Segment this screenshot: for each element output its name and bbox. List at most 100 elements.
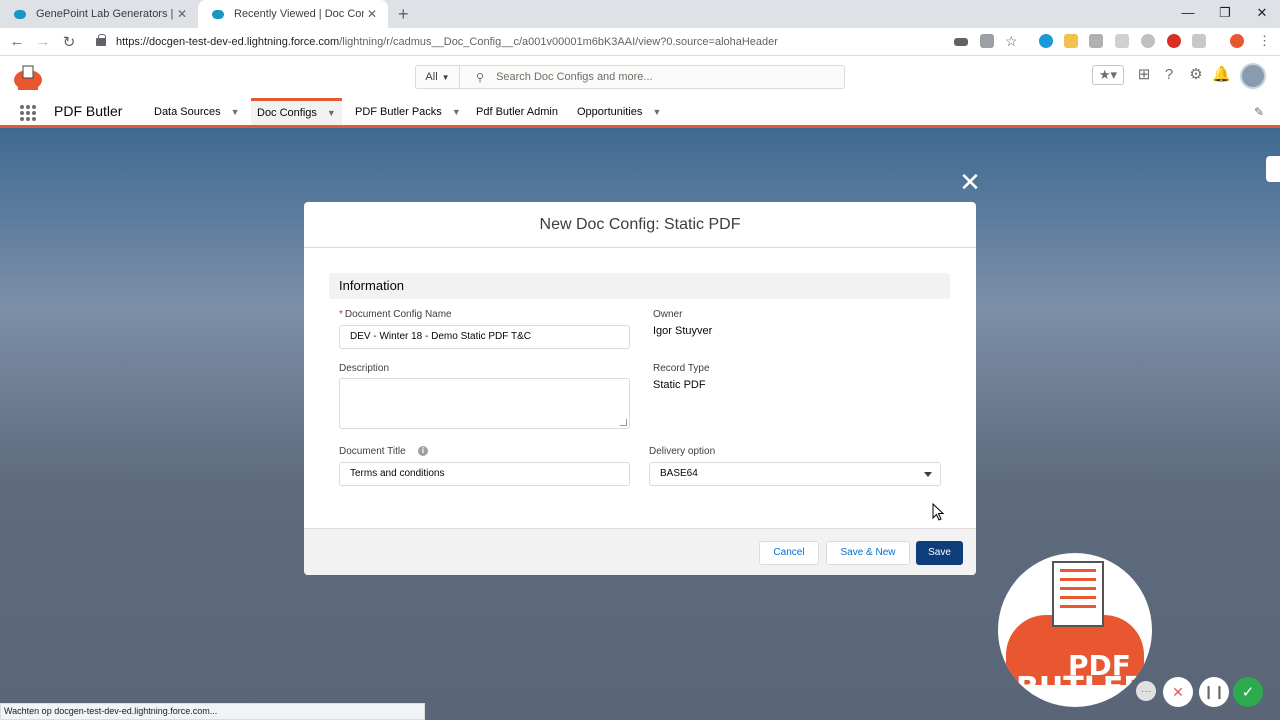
caret-down-icon (924, 472, 932, 477)
search-scope-dropdown[interactable]: All ▼ (416, 66, 460, 88)
extension-chrome-icon[interactable] (1167, 34, 1181, 48)
browser-tab-doc-configs[interactable]: Recently Viewed | Doc Configs | S ✕ (198, 0, 388, 28)
required-asterisk: * (339, 309, 343, 320)
salesforce-header: All ▼ ⚲ Search Doc Configs and more... (0, 56, 1280, 98)
star-icon[interactable]: ☆ (1005, 33, 1019, 49)
search-scope-label: All (425, 71, 438, 83)
setup-gear-icon[interactable]: ⚙ (1187, 66, 1205, 84)
nav-item-label: Pdf Butler Admin (476, 105, 558, 118)
nav-item-doc-configs[interactable]: Doc Configs ▼ (251, 98, 342, 125)
pdf-butler-logo-icon (14, 65, 42, 90)
forward-icon[interactable]: → (33, 33, 53, 50)
document-title-input[interactable]: Terms and conditions (339, 462, 630, 486)
tab-title: GenePoint Lab Generators | Sales (36, 8, 174, 20)
extension-icon[interactable] (1192, 34, 1206, 48)
record-type-label: Record Type (653, 363, 710, 374)
badge-butler-text: BUTLER (1016, 671, 1147, 706)
app-launcher-icon[interactable] (20, 105, 36, 121)
mouse-cursor-icon (932, 503, 944, 521)
chevron-down-icon[interactable]: ▼ (452, 107, 461, 117)
nav-item-pdf-butler-packs[interactable]: PDF Butler Packs ▼ (355, 98, 461, 125)
reload-icon[interactable]: ↻ (59, 33, 79, 51)
owner-label: Owner (653, 309, 683, 320)
nav-item-label: PDF Butler Packs (355, 105, 442, 118)
browser-menu-icon[interactable]: ⋮ (1258, 33, 1271, 48)
document-icon (1052, 561, 1104, 627)
save-and-new-button[interactable]: Save & New (826, 541, 910, 565)
delivery-option-value: BASE64 (660, 468, 698, 479)
lock-icon (96, 34, 106, 46)
pdf-butler-badge: PDF BUTLER (998, 553, 1152, 707)
modal-close-icon[interactable]: ✕ (958, 169, 982, 195)
search-placeholder: Search Doc Configs and more... (496, 71, 653, 83)
nav-item-label: Opportunities (577, 105, 643, 118)
salesforce-cloud-icon (14, 9, 26, 19)
extension-icon[interactable] (1115, 34, 1129, 48)
user-avatar[interactable] (1240, 63, 1266, 89)
global-search[interactable]: All ▼ ⚲ Search Doc Configs and more... (415, 65, 845, 89)
url-host: https://docgen-test-dev-ed.lightning.for… (116, 36, 340, 48)
notifications-bell-icon[interactable]: 🔔 (1212, 66, 1231, 84)
url-path: /lightning/r/cadmus__Doc_Config__c/a001v… (339, 36, 778, 48)
edit-nav-pencil-icon[interactable]: ✎ (1254, 105, 1264, 119)
description-textarea[interactable] (339, 378, 630, 429)
new-tab-button[interactable]: + (398, 4, 409, 25)
record-type-value: Static PDF (653, 379, 706, 391)
extension-cloud-icon[interactable] (1039, 34, 1053, 48)
chevron-down-icon: ▼ (441, 72, 450, 82)
info-icon[interactable]: i (418, 446, 428, 456)
camera-icon[interactable] (954, 38, 968, 46)
chevron-down-icon[interactable]: ▼ (231, 107, 240, 117)
favorites-star-icon[interactable]: ★▾ (1092, 65, 1124, 85)
modal-footer: Cancel Save & New Save (304, 528, 976, 575)
close-icon[interactable]: ✕ (174, 7, 190, 21)
extension-search-icon[interactable] (1064, 34, 1078, 48)
translate-icon[interactable] (980, 34, 994, 48)
nav-item-pdf-butler-admin[interactable]: Pdf Butler Admin (476, 98, 558, 125)
section-header-information[interactable]: Information (329, 273, 950, 299)
nav-item-label: Doc Configs (257, 107, 317, 119)
browser-tab-strip: GenePoint Lab Generators | Sales ✕ Recen… (0, 0, 1280, 28)
cancel-button[interactable]: Cancel (759, 541, 819, 565)
doc-config-name-input[interactable]: DEV - Winter 18 - Demo Static PDF T&C (339, 325, 630, 349)
more-options-icon[interactable]: ··· (1136, 681, 1156, 701)
chevron-down-icon[interactable]: ▼ (652, 107, 661, 117)
field-label: Document Config Name (344, 309, 452, 320)
nav-item-label: Data Sources (154, 105, 221, 118)
restore-button[interactable]: ❐ (1210, 5, 1240, 21)
browser-status-bar: Wachten op docgen-test-dev-ed.lightning.… (0, 703, 425, 720)
global-actions-plus-icon[interactable]: ⊞ (1135, 66, 1153, 84)
delivery-option-select[interactable]: BASE64 (649, 462, 941, 486)
app-name: PDF Butler (54, 103, 123, 119)
confirm-check-icon[interactable]: ✓ (1233, 677, 1263, 707)
window-close-button[interactable]: ✕ (1247, 5, 1277, 21)
pause-icon[interactable]: ❙❙ (1199, 677, 1229, 707)
extension-g-icon[interactable] (1089, 34, 1103, 48)
profile-avatar-icon[interactable] (1230, 34, 1244, 48)
address-bar[interactable]: https://docgen-test-dev-ed.lightning.for… (88, 31, 1028, 53)
minimize-button[interactable]: — (1173, 5, 1203, 20)
tab-title: Recently Viewed | Doc Configs | S (234, 8, 364, 20)
app-navigation-bar: PDF Butler Data Sources ▼ Doc Configs ▼ PD… (0, 98, 1280, 128)
nav-item-opportunities[interactable]: Opportunities ▼ (577, 98, 661, 125)
discard-recording-icon[interactable]: ✕ (1163, 677, 1193, 707)
extension-refresh-icon[interactable] (1141, 34, 1155, 48)
browser-tab-genepoint[interactable]: GenePoint Lab Generators | Sales ✕ (0, 0, 198, 28)
chevron-down-icon[interactable]: ▼ (327, 108, 336, 118)
modal-title: New Doc Config: Static PDF (304, 202, 976, 248)
search-icon: ⚲ (476, 71, 485, 84)
save-button[interactable]: Save (916, 541, 963, 565)
salesforce-cloud-icon (212, 9, 224, 19)
utility-panel-tab[interactable] (1266, 156, 1280, 182)
close-icon[interactable]: ✕ (364, 7, 380, 21)
document-title-label: Document Title (339, 446, 406, 457)
owner-value: Igor Stuyver (653, 325, 713, 337)
browser-toolbar: ← → ↻ https://docgen-test-dev-ed.lightni… (0, 28, 1280, 56)
back-icon[interactable]: ← (7, 33, 27, 50)
delivery-option-label: Delivery option (649, 446, 716, 457)
new-doc-config-modal: New Doc Config: Static PDF Information *… (304, 202, 976, 575)
doc-config-name-label: * Document Config Name (339, 309, 452, 320)
description-label: Description (339, 363, 390, 374)
nav-item-data-sources[interactable]: Data Sources ▼ (154, 98, 240, 125)
help-icon[interactable]: ? (1160, 66, 1178, 84)
